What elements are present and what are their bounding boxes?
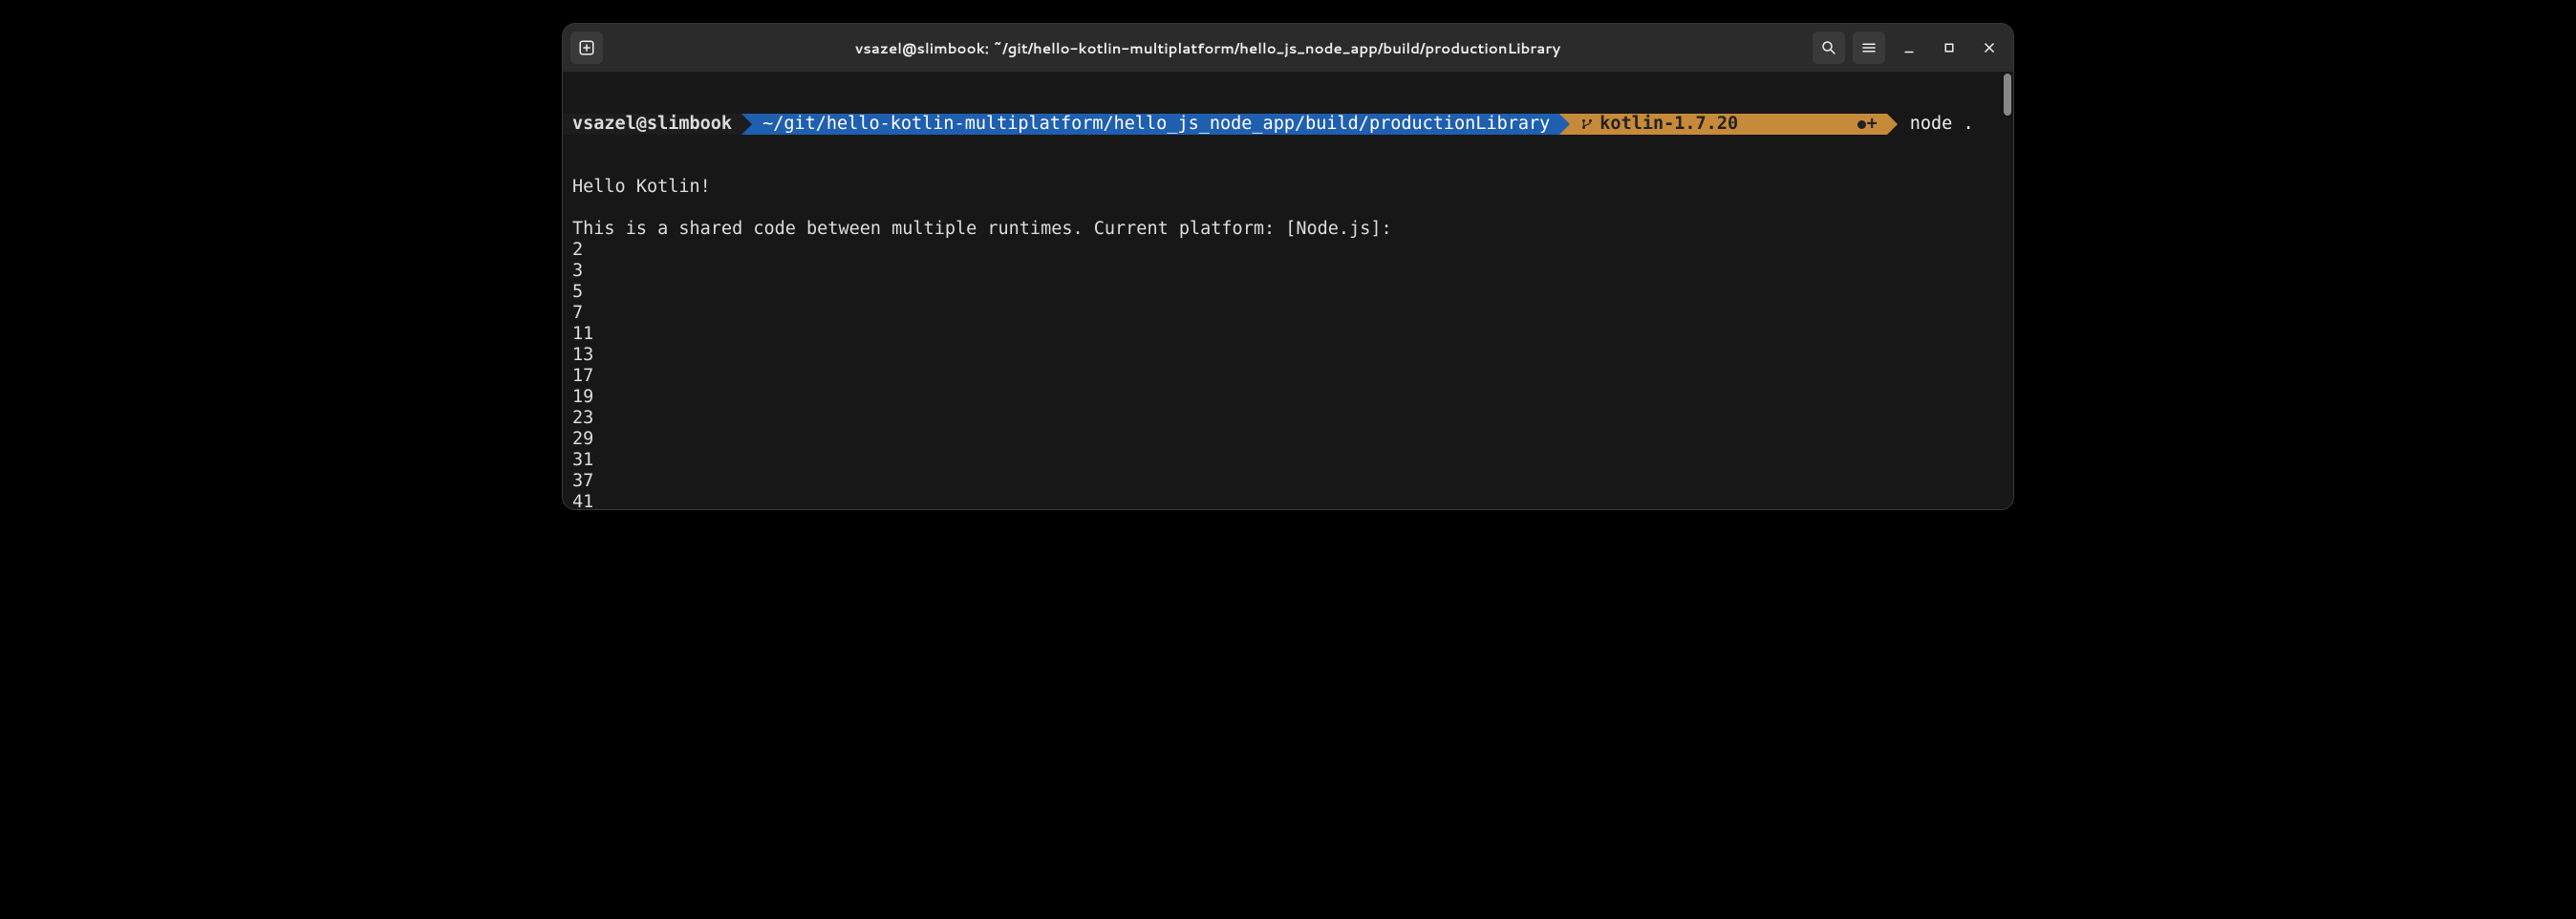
output-number: 7 [572, 303, 583, 323]
output-number: 23 [572, 408, 593, 428]
terminal-window: vsazel@slimbook: ~/git/hello-kotlin-mult… [562, 23, 2014, 510]
output-number: 17 [572, 366, 593, 386]
search-button[interactable] [1813, 32, 1845, 64]
scrollbar[interactable] [2002, 72, 2013, 509]
maximize-button[interactable] [1933, 32, 1965, 64]
close-button[interactable] [1973, 32, 2006, 64]
search-icon [1820, 39, 1837, 56]
output-number: 29 [572, 429, 593, 449]
prompt-line: vsazel@slimbook ~/git/hello-kotlin-multi… [563, 114, 2002, 135]
menu-button[interactable] [1853, 32, 1885, 64]
minimize-button[interactable] [1893, 32, 1925, 64]
output-number: 19 [572, 387, 593, 407]
maximize-icon [1941, 39, 1958, 56]
plus-box-icon [578, 39, 595, 56]
prompt-git-segment: kotlin-1.7.20 + [1559, 114, 1886, 135]
git-untracked-plus-icon: + [1867, 114, 1878, 135]
output-number: 3 [572, 261, 583, 281]
git-branch-icon [1580, 118, 1594, 131]
scrollbar-thumb[interactable] [2004, 74, 2011, 116]
prompt-path: ~/git/hello-kotlin-multiplatform/hello_j… [741, 114, 1559, 135]
close-icon [1981, 39, 1998, 56]
minimize-icon [1900, 39, 1918, 56]
titlebar: vsazel@slimbook: ~/git/hello-kotlin-mult… [563, 24, 2013, 72]
output-number: 13 [572, 345, 593, 365]
output-number: 41 [572, 492, 593, 509]
output-number: 5 [572, 282, 583, 302]
output-platform-line: This is a shared code between multiple r… [572, 219, 1392, 239]
output-number: 2 [572, 240, 583, 260]
terminal-output: Hello Kotlin! This is a shared code betw… [563, 177, 2002, 509]
new-tab-button[interactable] [570, 32, 603, 64]
output-greeting: Hello Kotlin! [572, 177, 711, 197]
git-dirty-dot-icon [1857, 120, 1866, 129]
prompt-user-host: vsazel@slimbook [563, 114, 741, 135]
prompt-command: node . [1887, 114, 1984, 135]
hamburger-icon [1860, 39, 1878, 56]
output-number: 37 [572, 471, 593, 491]
prompt-git-branch: kotlin-1.7.20 [1599, 114, 1738, 135]
output-number: 11 [572, 324, 593, 344]
output-number: 31 [572, 450, 593, 470]
terminal-area[interactable]: vsazel@slimbook ~/git/hello-kotlin-multi… [563, 72, 2013, 509]
window-title: vsazel@slimbook: ~/git/hello-kotlin-mult… [611, 38, 1805, 58]
